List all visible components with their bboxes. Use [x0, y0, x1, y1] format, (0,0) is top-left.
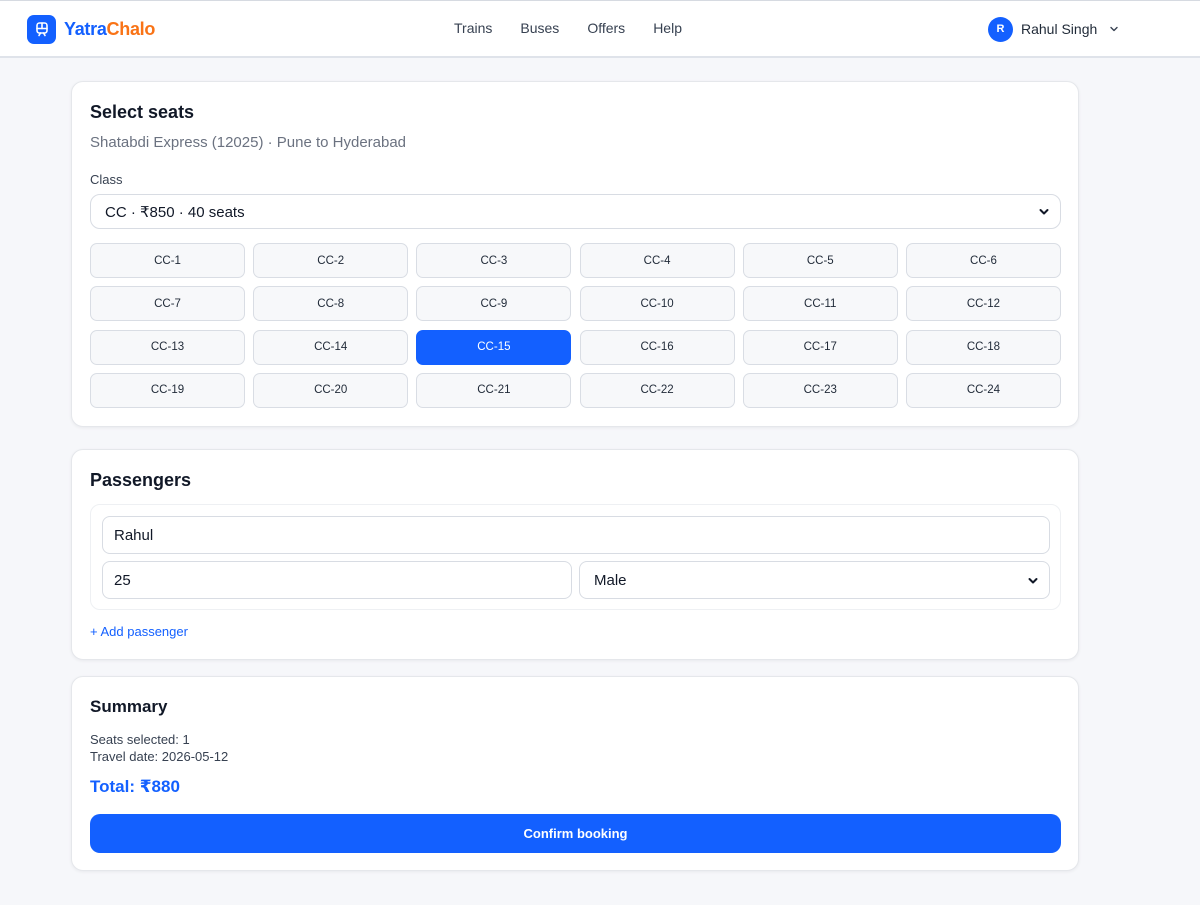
summary-title: Summary	[90, 697, 168, 716]
class-select[interactable]: CC · ₹850 · 40 seats	[90, 194, 1061, 229]
seat-button-cc-23[interactable]: CC-23	[742, 372, 898, 408]
seat-button-cc-16[interactable]: CC-16	[579, 329, 735, 365]
seat-selection-card: Select seats Shatabdi Express (12025) · …	[71, 81, 1079, 427]
seat-selection-title: Select seats	[90, 102, 195, 122]
passenger-age-input[interactable]: 25	[102, 561, 572, 599]
seat-button-cc-14[interactable]: CC-14	[253, 329, 409, 365]
passenger-entry: Rahul 25 Male	[90, 504, 1061, 610]
user-name: Rahul Singh	[1021, 21, 1098, 37]
seat-button-cc-6[interactable]: CC-6	[905, 243, 1061, 278]
class-select-value: CC · ₹850 · 40 seats	[105, 203, 245, 221]
seat-button-cc-11[interactable]: CC-11	[742, 286, 898, 322]
seats-selected-text: Seats selected: 1	[90, 732, 190, 747]
chevron-down-icon	[1028, 578, 1038, 584]
brand-logo[interactable]: YatraChalo	[27, 14, 155, 44]
seat-button-cc-21[interactable]: CC-21	[416, 372, 572, 408]
chevron-down-icon	[1039, 209, 1049, 215]
seat-button-cc-8[interactable]: CC-8	[253, 286, 409, 322]
passenger-gender-select[interactable]: Male	[579, 561, 1050, 599]
gender-select-value: Male	[594, 571, 627, 589]
seat-button-cc-5[interactable]: CC-5	[742, 243, 898, 278]
seat-button-cc-22[interactable]: CC-22	[579, 372, 735, 408]
seat-button-cc-1[interactable]: CC-1	[90, 243, 245, 278]
summary-card: Summary Seats selected: 1 Travel date: 2…	[71, 676, 1079, 871]
brand-name: YatraChalo	[64, 18, 156, 39]
nav-offers[interactable]: Offers	[587, 20, 625, 36]
seat-button-cc-12[interactable]: CC-12	[905, 286, 1061, 322]
seat-button-cc-2[interactable]: CC-2	[253, 243, 409, 278]
nav-trains[interactable]: Trains	[454, 20, 492, 36]
nav-buses[interactable]: Buses	[520, 20, 559, 36]
passengers-title: Passengers	[90, 470, 192, 490]
seat-button-cc-18[interactable]: CC-18	[905, 329, 1061, 365]
travel-date-text: Travel date: 2026-05-12	[90, 749, 229, 764]
main-nav: Trains Buses Offers Help	[454, 20, 682, 36]
total-amount: Total: ₹880	[90, 777, 180, 796]
nav-help[interactable]: Help	[653, 20, 682, 36]
top-nav-bar: YatraChalo Trains Buses Offers Help R Ra…	[0, 0, 1200, 58]
avatar: R	[988, 16, 1013, 42]
seat-button-cc-4[interactable]: CC-4	[579, 243, 735, 278]
seat-button-cc-24[interactable]: CC-24	[905, 372, 1061, 408]
seat-button-cc-17[interactable]: CC-17	[742, 329, 898, 365]
user-menu[interactable]: R Rahul Singh	[988, 16, 1119, 42]
chevron-down-icon	[1110, 26, 1118, 32]
seat-button-cc-10[interactable]: CC-10	[579, 286, 735, 322]
seat-button-cc-13[interactable]: CC-13	[90, 329, 245, 365]
train-icon	[27, 14, 56, 44]
seat-button-cc-9[interactable]: CC-9	[416, 286, 572, 322]
train-info: Shatabdi Express (12025) · Pune to Hyder…	[90, 134, 407, 151]
seat-grid: CC-1 CC-2 CC-3 CC-4 CC-5 CC-6 CC-7 CC-8 CC-9 CC-1…	[90, 243, 1061, 408]
seat-button-cc-20[interactable]: CC-20	[253, 372, 409, 408]
seat-button-cc-3[interactable]: CC-3	[416, 243, 572, 278]
seat-button-cc-15[interactable]: CC-15	[416, 329, 572, 365]
add-passenger-link[interactable]: + Add passenger	[90, 624, 188, 639]
seat-button-cc-19[interactable]: CC-19	[90, 372, 245, 408]
confirm-booking-button[interactable]: Confirm booking	[90, 814, 1061, 853]
passenger-name-input[interactable]: Rahul	[102, 516, 1050, 554]
passengers-card: Passengers Rahul 25 Male + Add passenger	[71, 449, 1079, 660]
class-label: Class	[90, 172, 123, 187]
seat-button-cc-7[interactable]: CC-7	[90, 286, 245, 322]
